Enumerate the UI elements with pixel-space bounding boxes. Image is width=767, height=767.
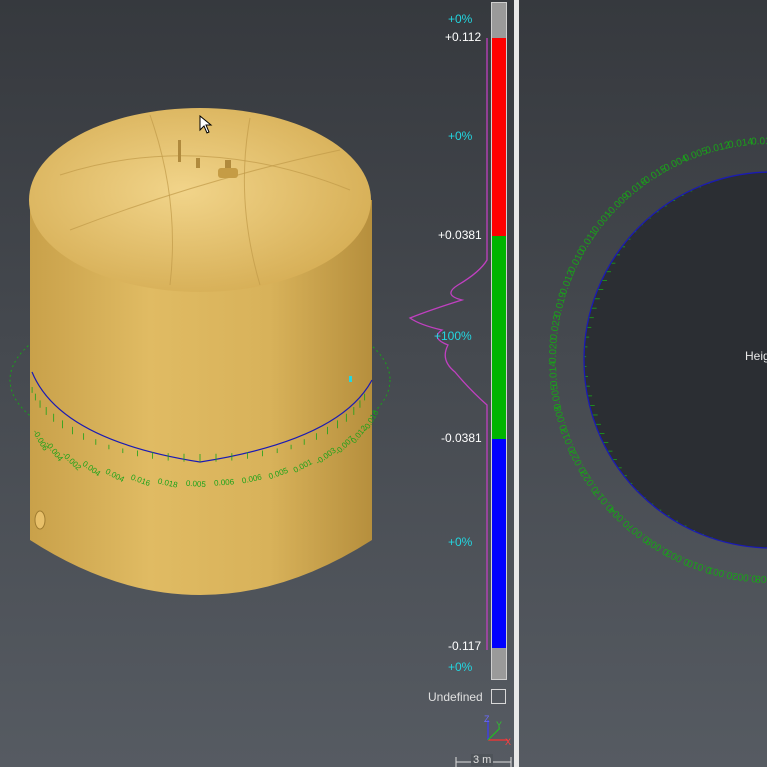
- colorbar-segment-lower-undefined[interactable]: [492, 648, 506, 679]
- legend-pct-red: +0%: [448, 129, 473, 143]
- axis-y-label: Y: [496, 720, 502, 730]
- deviation-annotation-label: 0.019: [552, 291, 569, 318]
- side-manway: [34, 510, 46, 530]
- undefined-checkbox[interactable]: [491, 689, 506, 704]
- tank-roof: [29, 108, 371, 292]
- colorbar-segment-blue[interactable]: [492, 439, 506, 648]
- colorbar-segment-red[interactable]: [492, 38, 506, 236]
- colorbar-segment-green[interactable]: [492, 236, 506, 439]
- section-interior: [584, 172, 767, 548]
- legend-pct-bottom: +0%: [448, 660, 473, 674]
- axis-x-label: X: [505, 737, 511, 746]
- legend-value-lower-tol: -0.0381: [441, 431, 482, 445]
- deviation-annotation-label: 0.020: [548, 337, 560, 363]
- deviation-annotation-label: 0.023: [549, 314, 564, 341]
- deviation-annotation-label: 0.008: [755, 573, 767, 584]
- section-view: -0.0060.0070.0100.0140.0120.005-0.004-0.…: [548, 136, 767, 584]
- legend-value-upper-tol: +0.0381: [438, 228, 482, 242]
- scale-bar-label: 3 m: [471, 754, 494, 766]
- legend-value-min: -0.117: [448, 639, 482, 653]
- legend-pct-top: +0%: [448, 12, 473, 26]
- left-3d-viewport[interactable]: -0.006 -0.004 -0.002 0.004 0.004 0.016 0.018 0.…: [0, 0, 514, 767]
- legend-pct-blue: +0%: [448, 535, 473, 549]
- axis-z-label: Z: [484, 714, 490, 724]
- undefined-label: Undefined: [428, 690, 483, 704]
- height-label: Heig: [745, 349, 767, 363]
- deviation-annotation-label: 0.005: [186, 479, 207, 489]
- roof-nozzle: [218, 168, 238, 178]
- deviation-annotation-label: 0.002: [731, 570, 758, 584]
- deviation-annotation-label: 0.006: [214, 477, 235, 487]
- deviation-annotation-label: 0.014: [727, 136, 754, 151]
- color-scale-bar[interactable]: [491, 2, 507, 680]
- axis-triad-icon: Z Y X: [484, 714, 511, 746]
- deviation-annotation-label: 0.014: [548, 360, 561, 386]
- selection-marker: [349, 376, 352, 382]
- legend-value-max: +0.112: [445, 30, 482, 44]
- colorbar-segment-upper-undefined[interactable]: [492, 3, 506, 38]
- mouse-cursor-icon: [199, 115, 213, 134]
- right-section-viewport[interactable]: -0.0060.0070.0100.0140.0120.005-0.004-0.…: [519, 0, 767, 767]
- legend-pct-green: +100%: [434, 329, 472, 343]
